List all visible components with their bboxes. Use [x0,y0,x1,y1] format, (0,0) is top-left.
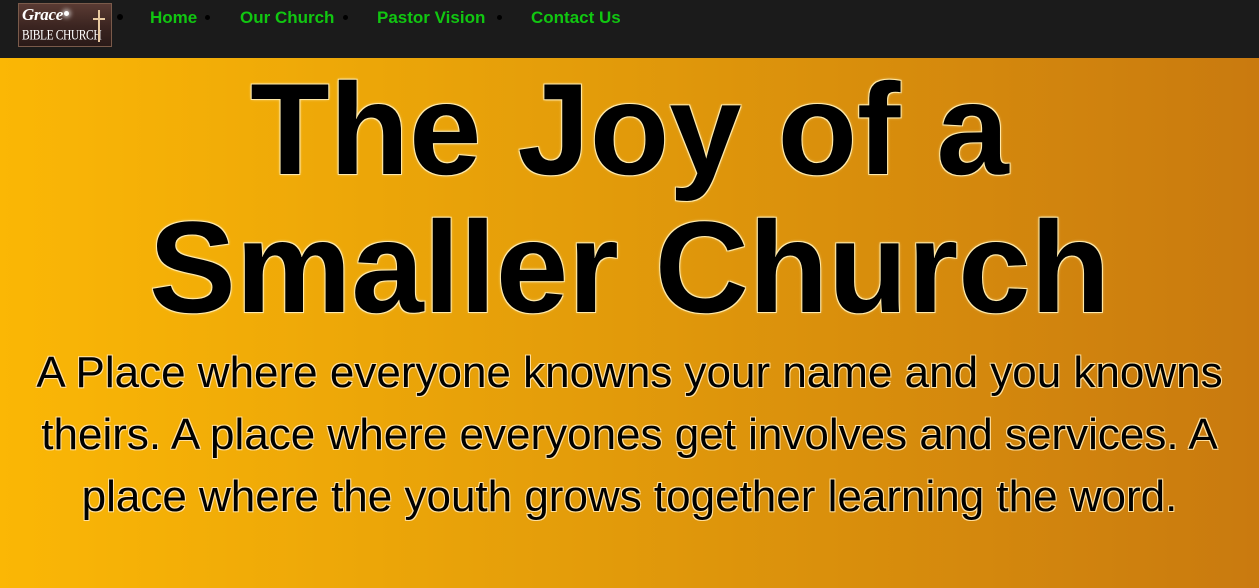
logo-subtitle: BIBLE CHURCH [22,28,102,43]
logo-word: Grace [22,5,63,24]
nav-pastor-vision-link[interactable]: Pastor Vision [377,8,485,28]
hero-description: A Place where everyone knowns your name … [36,348,1223,521]
nav-our-church-link[interactable]: Our Church [240,8,334,28]
sparkle-icon [64,11,69,16]
cross-icon [93,10,105,42]
nav-contact-us-link[interactable]: Contact Us [531,8,621,28]
church-logo[interactable]: Grace BIBLE CHURCH [18,3,112,47]
nav-home-link[interactable]: Home [150,8,197,28]
hero-title: The Joy of a Smaller Church [149,58,1110,340]
list-bullet [343,15,348,20]
list-bullet [205,15,210,20]
hero-section: The Joy of a Smaller Church A Place wher… [0,58,1259,588]
list-bullet [117,14,123,20]
list-bullet [497,15,502,20]
top-navbar: Grace BIBLE CHURCH Home Our Church Pasto… [0,0,1259,58]
